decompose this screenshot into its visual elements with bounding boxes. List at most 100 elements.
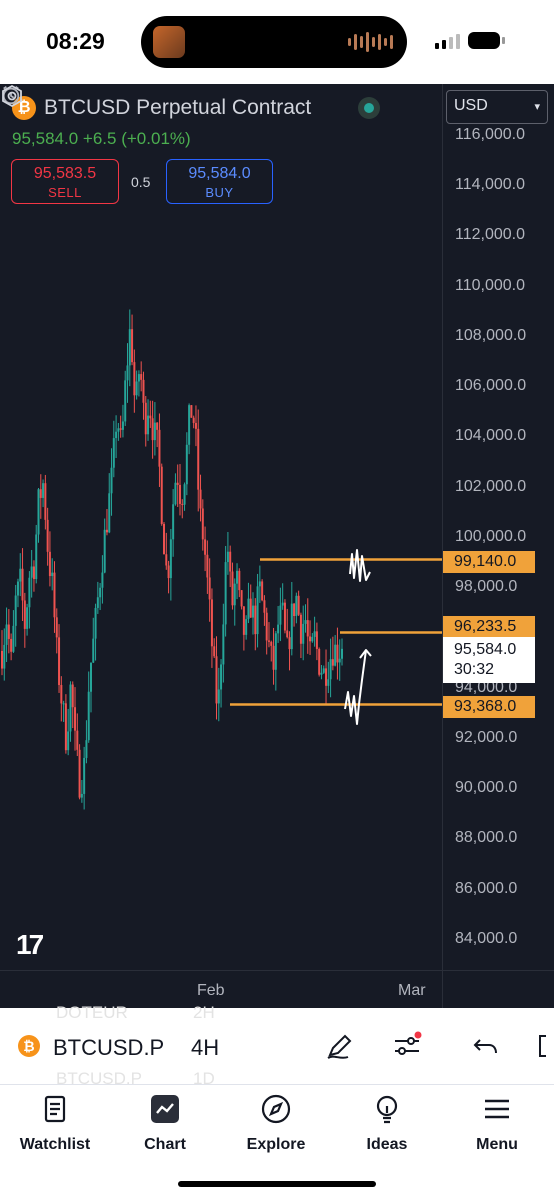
audio-waveform-icon [348, 32, 393, 52]
price-axis-label: 102,000.0 [455, 477, 527, 495]
nav-label: Explore [246, 1136, 306, 1153]
candle-body [249, 598, 252, 618]
price-axis-label: 108,000.0 [455, 326, 527, 344]
price-axis-label: 104,000.0 [455, 427, 527, 445]
candle-body [12, 625, 15, 652]
candle-body [135, 381, 138, 396]
candle-body [242, 606, 245, 635]
time-axis-label: Mar [398, 982, 426, 999]
candle-body [167, 565, 170, 579]
indicators-icon[interactable] [391, 1030, 423, 1062]
chart-area[interactable]: ₿ BTCUSD Perpetual Contract 95,584.0 +6.… [0, 84, 554, 1008]
candle-body [185, 444, 188, 485]
candle-body [313, 631, 316, 637]
chart-icon [151, 1095, 179, 1123]
candle-body [87, 691, 90, 741]
candle-body [252, 605, 255, 618]
candle-body [302, 623, 305, 644]
undo-icon[interactable] [470, 1030, 502, 1062]
candle-body [35, 534, 38, 580]
candle-body [48, 551, 51, 577]
candle-body [327, 679, 330, 686]
sell-price: 95,583.5 [33, 165, 97, 182]
current-price-tag: 95,584.0 30:32 [443, 637, 535, 683]
compass-icon [261, 1094, 291, 1124]
candle-body [64, 703, 67, 751]
candle-body [3, 644, 6, 669]
nav-label: Chart [144, 1136, 186, 1153]
candle-body [240, 590, 243, 607]
sell-label: SELL [48, 185, 82, 200]
candle-body [190, 405, 193, 418]
candle-body [58, 637, 61, 686]
nav-label: Watchlist [19, 1136, 91, 1153]
candle-body [306, 620, 309, 637]
candle-body [117, 428, 120, 432]
nav-watchlist[interactable]: Watchlist [0, 1093, 110, 1154]
buy-button[interactable]: 95,584.0 BUY [166, 159, 273, 204]
candle-body [224, 562, 227, 625]
candle-body [119, 428, 122, 430]
candle-body [19, 568, 22, 582]
currency-select[interactable]: USD ▾ [446, 90, 548, 124]
candle-body [16, 581, 19, 596]
symbol-title: BTCUSD Perpetual Contract [44, 96, 312, 119]
interval-button[interactable]: 4H [191, 1035, 219, 1061]
candle-body [261, 581, 264, 601]
candle-body [149, 415, 152, 419]
nav-explore[interactable]: Explore [221, 1093, 331, 1154]
nav-chart[interactable]: Chart [110, 1093, 220, 1154]
candle-body [279, 605, 282, 625]
symbol-header[interactable]: ₿ BTCUSD Perpetual Contract [12, 96, 311, 120]
chart-settings-icon[interactable] [0, 84, 24, 108]
price-summary: 95,584.0 +6.5 (+0.01%) [12, 129, 191, 149]
nav-ideas[interactable]: Ideas [332, 1093, 442, 1154]
price-axis-label: 88,000.0 [455, 829, 518, 847]
candle-body [121, 421, 124, 430]
candle-body [46, 519, 49, 552]
candle-body [39, 489, 42, 498]
sell-button[interactable]: 95,583.5 SELL [11, 159, 119, 204]
symbol-search-button[interactable]: BTCUSD.P [53, 1035, 171, 1061]
candle-body [74, 707, 77, 731]
candle-body [37, 489, 40, 535]
candle-body [55, 617, 58, 638]
market-status-icon[interactable] [358, 97, 380, 119]
candle-body [1, 650, 3, 669]
layout-icon[interactable] [532, 1030, 554, 1062]
candle-body [42, 483, 45, 498]
price-axis-label: 114,000.0 [455, 176, 525, 194]
candlestick-chart[interactable] [0, 84, 554, 1008]
price-axis-label: 106,000.0 [455, 377, 527, 395]
hand-drawn-annotation[interactable] [344, 649, 367, 725]
nav-menu[interactable]: Menu [442, 1093, 552, 1154]
candle-body [112, 438, 115, 468]
candle-body [336, 644, 339, 663]
candle-body [160, 466, 163, 524]
draw-pen-icon[interactable] [324, 1030, 356, 1062]
candle-body [23, 600, 26, 629]
candle-body [28, 577, 31, 608]
level-tag: 93,368.0 [443, 696, 535, 718]
candle-body [233, 583, 236, 606]
dynamic-island[interactable] [141, 16, 407, 68]
candle-body [263, 600, 266, 613]
candle-body [5, 624, 8, 645]
candle-body [236, 570, 239, 584]
candle-body [158, 429, 161, 467]
candle-body [51, 572, 54, 577]
hand-drawn-annotation[interactable] [349, 549, 371, 582]
candle-body [213, 646, 216, 657]
candle-body [199, 489, 202, 509]
candle-body [147, 415, 150, 435]
candle-body [194, 422, 197, 429]
time-axis-divider [0, 970, 554, 971]
candle-body [99, 587, 102, 598]
candle-body [133, 362, 136, 396]
ghost-interval-above: 2H [193, 1003, 215, 1022]
candle-body [85, 740, 88, 758]
buy-label: BUY [205, 185, 234, 200]
candle-body [53, 572, 56, 618]
candle-body [108, 493, 111, 533]
candle-body [67, 731, 70, 751]
